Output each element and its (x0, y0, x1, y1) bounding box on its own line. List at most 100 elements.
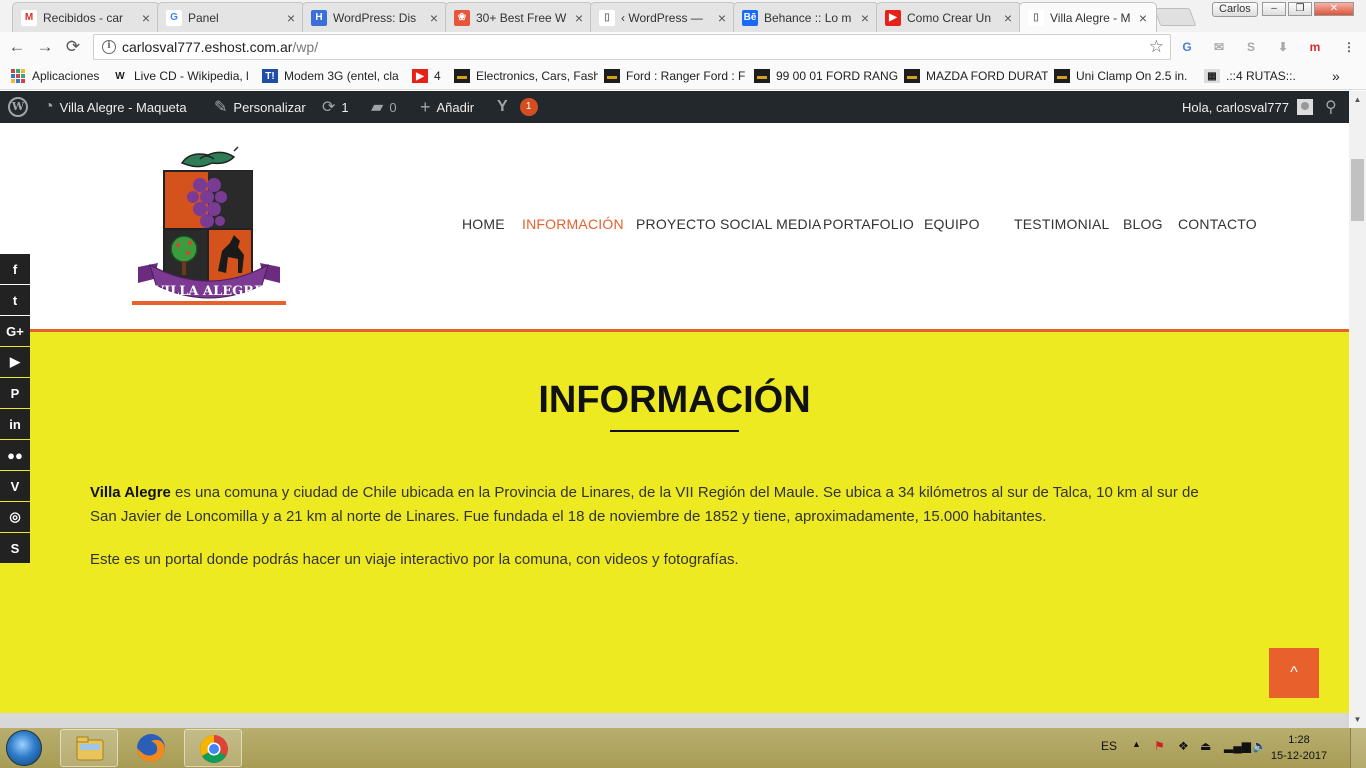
tab-title: 30+ Best Free W (476, 10, 567, 25)
forward-button[interactable]: → (34, 36, 56, 58)
page-scrollbar[interactable]: ▲ ▼ (1349, 91, 1366, 728)
site-header: VILLA ALEGRE HOME INFORMACIÓN PROYECTO SOC… (0, 123, 1349, 329)
tab-title: Villa Alegre - M (1050, 10, 1131, 25)
bookmark-item[interactable]: ▬ Electronics, Cars, Fash (454, 68, 598, 84)
bookmark-item[interactable]: T! Modem 3G (entel, cla (262, 68, 406, 84)
customize-link[interactable]: ✎ Personalizar (214, 91, 306, 123)
bookmark-item[interactable]: ▬ Ford : Ranger Ford : F (604, 68, 748, 84)
bookmark-item[interactable]: ▶ 4 (412, 68, 448, 84)
tab-title: Recibidos - car (43, 10, 124, 25)
start-button[interactable] (6, 730, 42, 766)
bookmark-item[interactable]: ▬ 99 00 01 FORD RANG (754, 68, 898, 84)
tab-close-icon[interactable]: × (572, 10, 586, 26)
site-name-menu[interactable]: ◔ Villa Alegre - Maqueta (44, 91, 187, 123)
browser-tab[interactable]: G Panel × (157, 2, 305, 32)
intro-line-1: es una comuna y ciudad de Chile ubicada … (170, 484, 1199, 501)
search-button[interactable]: ⚲ (1325, 91, 1343, 123)
menu-item-contacto[interactable]: CONTACTO (1178, 216, 1257, 232)
back-button[interactable]: ← (6, 36, 28, 58)
menu-item-testimonial[interactable]: TESTIMONIAL (1014, 216, 1110, 232)
skype-extension-icon[interactable]: S (1242, 38, 1260, 56)
bookmark-item[interactable]: ▦ .::4 RUTAS::. (1204, 68, 1314, 84)
tab-close-icon[interactable]: × (715, 10, 729, 26)
back-to-top-button[interactable]: ^ (1269, 648, 1319, 698)
scroll-down-icon[interactable]: ▼ (1349, 711, 1366, 728)
linkedin-icon[interactable]: in (0, 409, 30, 439)
add-new-menu[interactable]: + Añadir (420, 91, 474, 123)
reload-button[interactable]: ⟳ (62, 36, 84, 58)
menu-item-home[interactable]: HOME (462, 216, 505, 232)
show-hidden-icons-icon[interactable]: ▲ (1132, 739, 1141, 749)
page-bottom-strip (0, 713, 1349, 728)
tab-close-icon[interactable]: × (858, 10, 872, 26)
browser-tab[interactable]: ▯ Villa Alegre - M × (1019, 2, 1157, 32)
bookmark-star-icon[interactable]: ☆ (1149, 37, 1164, 57)
comments-link[interactable]: ▰ 0 (371, 91, 397, 123)
safely-remove-icon[interactable]: ⏏ (1200, 739, 1211, 753)
gmail-icon: M (21, 9, 37, 26)
greeting-label: Hola, carlosval777 (1182, 99, 1289, 115)
menu-item-portafolio[interactable]: PORTAFOLIO (823, 216, 914, 232)
bookmark-item[interactable]: W Live CD - Wikipedia, l (112, 68, 256, 84)
youtube-icon: ▶ (412, 69, 428, 83)
m-extension-icon[interactable]: m (1306, 38, 1324, 56)
translate-extension-icon[interactable]: G (1178, 38, 1196, 56)
bookmark-item[interactable]: ▬ Uni Clamp On 2.5 in. (1054, 68, 1198, 84)
scroll-up-icon[interactable]: ▲ (1349, 91, 1366, 108)
browser-tab[interactable]: M Recibidos - car × (12, 2, 160, 32)
tab-close-icon[interactable]: × (284, 10, 298, 26)
menu-item-informaci-n[interactable]: INFORMACIÓN (522, 216, 624, 232)
new-tab-button[interactable] (1153, 8, 1197, 26)
restore-button[interactable]: ❐ (1288, 2, 1312, 16)
instagram-icon[interactable]: ◎ (0, 502, 30, 532)
updates-link[interactable]: ⟳ 1 (322, 91, 349, 123)
tab-close-icon[interactable]: × (1136, 10, 1150, 26)
taskbar-explorer[interactable] (60, 729, 118, 767)
portal-paragraph: Este es un portal donde podrás hacer un … (90, 551, 739, 568)
taskbar-firefox[interactable] (122, 729, 180, 767)
close-window-button[interactable]: ✕ (1314, 2, 1354, 16)
pinterest-icon[interactable]: P (0, 378, 30, 408)
apps-icon (10, 69, 26, 83)
tab-close-icon[interactable]: × (1001, 10, 1015, 26)
twitter-icon[interactable]: t (0, 285, 30, 315)
browser-tab[interactable]: ❀ 30+ Best Free W × (445, 2, 593, 32)
menu-item-equipo[interactable]: EQUIPO (924, 216, 980, 232)
address-bar[interactable]: i carlosval777.eshost.com.ar /wp/ ☆ (93, 34, 1171, 60)
minimize-button[interactable]: – (1262, 2, 1286, 16)
browser-tab[interactable]: H WordPress: Dis × (302, 2, 448, 32)
menu-item-blog[interactable]: BLOG (1123, 216, 1163, 232)
action-center-icon[interactable]: ⚑ (1154, 739, 1165, 753)
scrollbar-thumb[interactable] (1351, 159, 1364, 221)
show-desktop-button[interactable] (1350, 728, 1366, 768)
taskbar-chrome[interactable] (184, 729, 242, 767)
browser-tab[interactable]: Bē Behance :: Lo m × (733, 2, 879, 32)
yoast-seo-menu[interactable]: Y 1 (497, 91, 538, 123)
youtube-icon[interactable]: ▶ (0, 347, 30, 377)
my-account-menu[interactable]: Hola, carlosval777 (1182, 91, 1313, 123)
facebook-icon[interactable]: f (0, 254, 30, 284)
mail-extension-icon[interactable]: ✉ (1210, 38, 1228, 56)
download-extension-icon[interactable]: ⬇ (1274, 38, 1292, 56)
browser-tab[interactable]: ▶ Como Crear Un × (876, 2, 1022, 32)
site-info-icon[interactable]: i (102, 40, 116, 54)
browser-tab[interactable]: ▯ ‹ WordPress — × (590, 2, 736, 32)
dropbox-icon[interactable]: ❖ (1178, 739, 1189, 753)
tab-close-icon[interactable]: × (139, 10, 153, 26)
profile-button[interactable]: Carlos (1212, 2, 1258, 17)
menu-icon[interactable]: ⋮ (1340, 38, 1358, 56)
google-plus-icon[interactable]: G+ (0, 316, 30, 346)
ebay-icon: ▬ (904, 69, 920, 83)
skype-icon[interactable]: S (0, 533, 30, 563)
bookmarks-overflow-button[interactable]: » (1332, 68, 1340, 84)
wordpress-logo-menu[interactable]: W (8, 91, 34, 123)
taskbar-clock[interactable]: 1:28 15-12-2017 (1260, 732, 1338, 764)
bookmark-item[interactable]: Aplicaciones (10, 68, 108, 84)
bookmark-item[interactable]: ▬ MAZDA FORD DURAT (904, 68, 1048, 84)
menu-item-proyecto-social-media[interactable]: PROYECTO SOCIAL MEDIA (636, 216, 821, 232)
tab-close-icon[interactable]: × (427, 10, 441, 26)
vimeo-icon[interactable]: V (0, 471, 30, 501)
network-signal-icon[interactable]: ▂▄▆ (1224, 739, 1251, 753)
language-indicator[interactable]: ES (1101, 739, 1117, 753)
flickr-icon[interactable]: ●● (0, 440, 30, 470)
